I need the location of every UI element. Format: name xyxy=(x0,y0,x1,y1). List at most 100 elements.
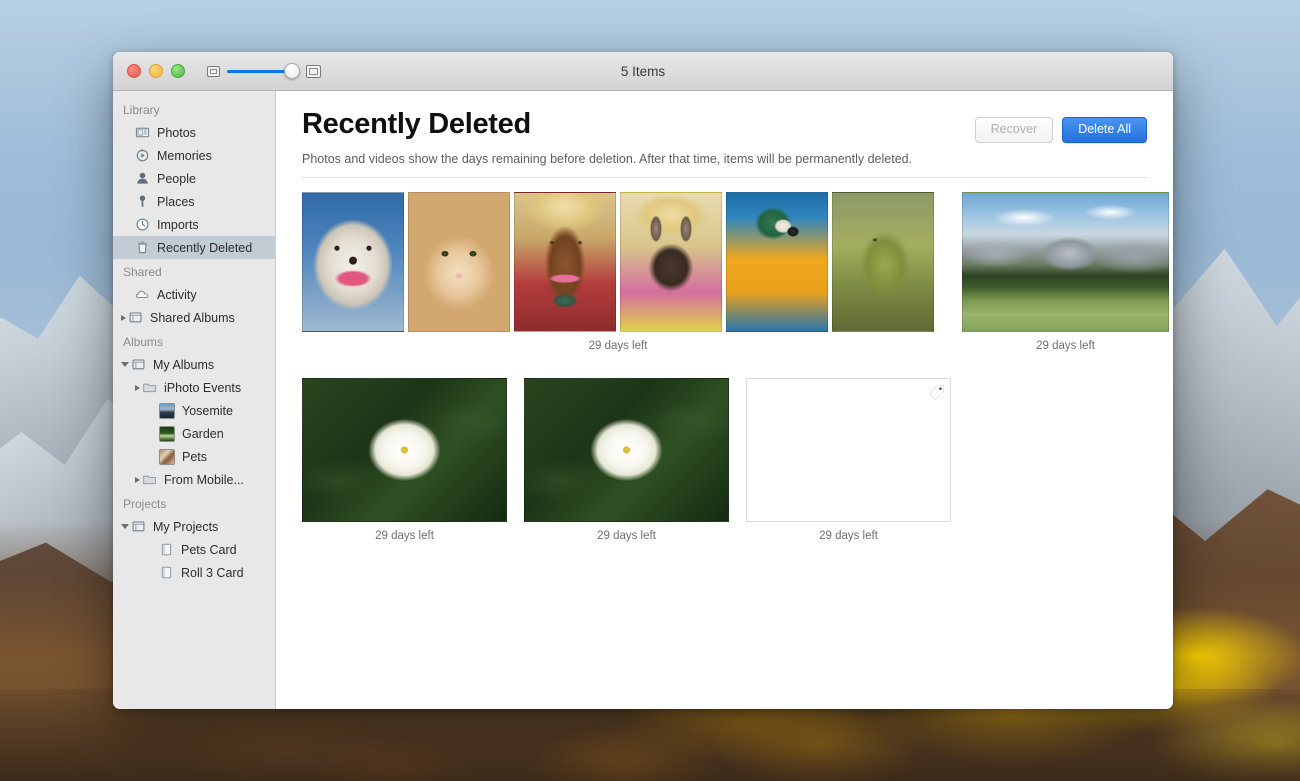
sidebar-item-label: From Mobile... xyxy=(164,472,244,487)
sidebar-section-shared: Shared xyxy=(123,265,162,279)
photo-horse[interactable] xyxy=(514,191,616,332)
sidebar-item-photos[interactable]: Photos xyxy=(113,121,275,144)
header-divider xyxy=(302,176,1147,178)
photo-group-pets: 29 days left xyxy=(302,191,934,352)
days-left-label: 29 days left xyxy=(819,529,878,542)
chevron-right-icon[interactable] xyxy=(135,476,140,483)
album-stack-icon xyxy=(132,521,145,532)
sidebar-item-label: Garden xyxy=(182,426,224,441)
minimize-button[interactable] xyxy=(149,64,163,78)
photo-white-flower-2[interactable] xyxy=(524,377,729,522)
photo-group-white-flower-2: 29 days left xyxy=(524,377,729,542)
sidebar-section-albums: Albums xyxy=(123,335,164,349)
page-title: Recently Deleted xyxy=(302,108,531,140)
trash-icon xyxy=(138,241,147,254)
folder-icon xyxy=(143,383,156,393)
header-action-buttons: Recover Delete All xyxy=(974,109,1147,143)
card-icon xyxy=(161,543,172,556)
card-icon xyxy=(161,566,172,579)
zoom-button[interactable] xyxy=(171,64,185,78)
album-thumbnail-yosemite xyxy=(159,402,175,419)
sidebar[interactable]: Library Photos Memories People Places Im… xyxy=(113,91,276,709)
people-icon xyxy=(137,172,148,184)
sidebar-item-label: My Projects xyxy=(153,519,219,534)
places-pin-icon xyxy=(139,195,146,207)
sidebar-item-places[interactable]: Places xyxy=(113,190,275,213)
days-left-label: 29 days left xyxy=(597,529,656,542)
sidebar-item-label: Activity xyxy=(157,287,197,302)
content-area: Recently Deleted Recover Delete All Phot… xyxy=(276,91,1173,709)
days-left-label: 29 days left xyxy=(375,529,434,542)
sidebar-section-library: Library xyxy=(123,103,160,117)
delete-all-button[interactable]: Delete All xyxy=(1062,117,1147,143)
zoom-slider[interactable] xyxy=(227,63,300,79)
window-titlebar: 5 Items xyxy=(113,52,1173,91)
photo-row-2: 29 days left 29 days left 29 days left xyxy=(302,377,1147,542)
photo-parrot[interactable] xyxy=(726,191,828,332)
folder-icon xyxy=(143,475,156,485)
sidebar-item-label: Pets xyxy=(182,449,208,464)
photo-cat[interactable] xyxy=(408,191,510,332)
content-header: Recently Deleted Recover Delete All xyxy=(302,108,1147,143)
chevron-right-icon[interactable] xyxy=(135,384,140,391)
chevron-down-icon[interactable] xyxy=(121,362,129,367)
sidebar-item-recently-deleted[interactable]: Recently Deleted xyxy=(113,236,275,259)
sidebar-item-garden[interactable]: Garden xyxy=(113,422,275,445)
album-thumbnail-pets xyxy=(159,448,175,465)
recover-button[interactable]: Recover xyxy=(974,117,1054,143)
photo-white-flower-1[interactable] xyxy=(302,377,507,522)
sidebar-item-shared-albums[interactable]: Shared Albums xyxy=(113,306,275,329)
traffic-light-buttons xyxy=(113,64,185,78)
photo-yosemite[interactable] xyxy=(962,191,1169,332)
photo-purple-flower[interactable] xyxy=(746,377,951,522)
photo-group-yosemite: 29 days left xyxy=(934,191,1169,352)
album-stack-icon xyxy=(132,359,145,370)
sidebar-item-imports[interactable]: Imports xyxy=(113,213,275,236)
photo-group-white-flower-1: 29 days left xyxy=(302,377,507,542)
photo-dog[interactable] xyxy=(302,191,404,332)
photos-app-window: 5 Items Library Photos Memories People P… xyxy=(113,52,1173,709)
photo-rabbit[interactable] xyxy=(620,191,722,332)
imports-clock-icon xyxy=(136,218,149,231)
album-stack-icon xyxy=(129,312,142,323)
page-subtitle: Photos and videos show the days remainin… xyxy=(302,151,913,166)
album-thumbnail-garden xyxy=(159,425,175,442)
sidebar-item-label: Imports xyxy=(157,217,199,232)
sidebar-item-label: Photos xyxy=(157,125,196,140)
sidebar-section-projects: Projects xyxy=(123,497,167,511)
sidebar-item-label: Recently Deleted xyxy=(157,240,253,255)
cloud-icon xyxy=(135,290,149,299)
sidebar-item-activity[interactable]: Activity xyxy=(113,283,275,306)
chevron-down-icon[interactable] xyxy=(121,524,129,529)
photo-group-purple-flower: 29 days left xyxy=(746,377,951,542)
sidebar-item-roll-3-card[interactable]: Roll 3 Card xyxy=(113,561,275,584)
sidebar-item-label: Pets Card xyxy=(181,542,237,557)
chevron-right-icon[interactable] xyxy=(121,314,126,321)
small-thumbnail-icon xyxy=(207,65,220,77)
sidebar-item-label: Roll 3 Card xyxy=(181,565,244,580)
memories-icon xyxy=(136,148,149,162)
sidebar-item-label: Yosemite xyxy=(182,403,233,418)
sidebar-item-from-mobile[interactable]: From Mobile... xyxy=(113,468,275,491)
sidebar-item-pets[interactable]: Pets xyxy=(113,445,275,468)
days-left-label: 29 days left xyxy=(1036,339,1095,352)
sidebar-item-label: Places xyxy=(157,194,195,209)
photo-row-1: 29 days left 29 days left xyxy=(302,191,1169,352)
sidebar-item-label: Memories xyxy=(157,148,212,163)
zoom-slider-knob[interactable] xyxy=(284,63,300,79)
photos-icon xyxy=(135,127,150,138)
photo-iguana[interactable] xyxy=(832,191,934,332)
large-thumbnail-icon xyxy=(306,64,321,78)
sidebar-item-pets-card[interactable]: Pets Card xyxy=(113,538,275,561)
sidebar-item-iphoto-events[interactable]: iPhoto Events xyxy=(113,376,275,399)
sidebar-item-my-projects[interactable]: My Projects xyxy=(113,515,275,538)
sidebar-item-label: Shared Albums xyxy=(150,310,235,325)
sidebar-item-my-albums[interactable]: My Albums xyxy=(113,353,275,376)
thumbnail-zoom-control[interactable] xyxy=(207,63,321,79)
close-button[interactable] xyxy=(127,64,141,78)
sidebar-item-people[interactable]: People xyxy=(113,167,275,190)
sidebar-item-yosemite[interactable]: Yosemite xyxy=(113,399,275,422)
photo-strip xyxy=(302,191,934,332)
sidebar-item-label: iPhoto Events xyxy=(164,380,242,395)
sidebar-item-memories[interactable]: Memories xyxy=(113,144,275,167)
